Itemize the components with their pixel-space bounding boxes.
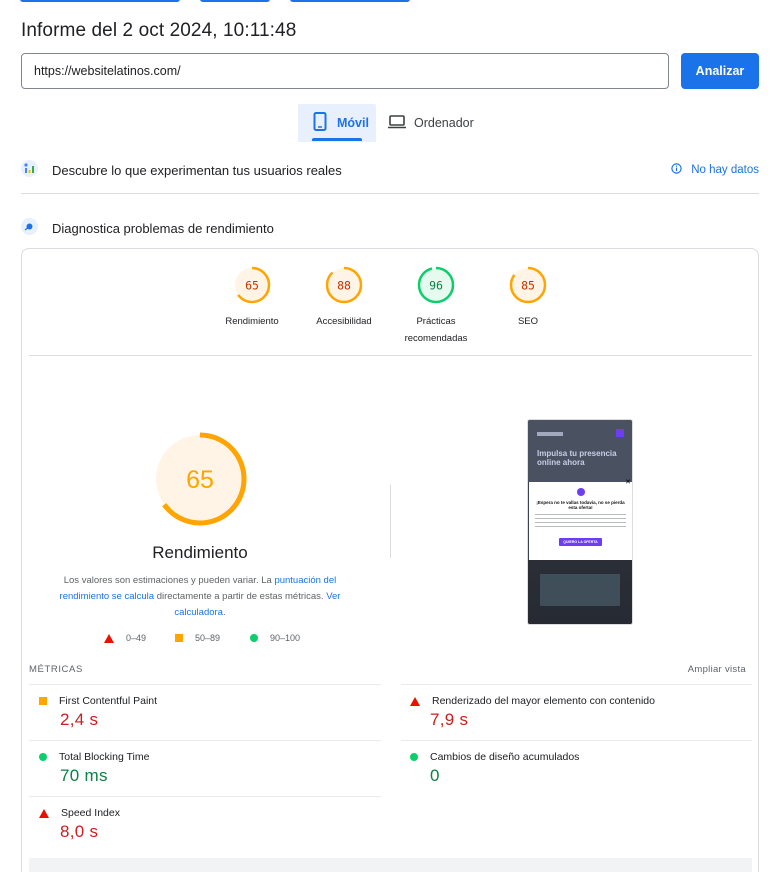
tab-desktop[interactable]: Ordenador <box>388 104 488 142</box>
note-text: directamente a partir de estas métricas. <box>154 591 327 602</box>
metric-name: Cambios de diseño acumulados <box>430 751 580 763</box>
metrics-heading: MÉTRICAS <box>29 664 83 675</box>
metric-lcp-value: 7,9 s <box>430 710 469 729</box>
performance-note: Los valores son estimaciones y pueden va… <box>52 573 348 621</box>
metric-name: First Contentful Paint <box>59 695 158 707</box>
page-screenshot[interactable]: Impulsa tu presencia online ahora ✕ ¡Esp… <box>527 419 633 625</box>
expand-view-button[interactable]: Ampliar vista <box>688 664 746 675</box>
metrics-footer-bar <box>29 858 752 872</box>
average-square-icon <box>39 697 47 705</box>
close-icon: ✕ <box>625 479 631 486</box>
score-value: 88 <box>337 279 351 293</box>
metric-divider <box>401 740 752 741</box>
diagnostics-section-header: Diagnostica problemas de rendimiento <box>21 218 274 238</box>
no-data-info[interactable]: No hay datos <box>671 163 759 177</box>
gauge-label: Prácticas recomendadas <box>404 316 468 344</box>
lighthouse-icon <box>21 218 38 238</box>
metric-si: Speed Index <box>39 807 120 819</box>
score-value: 65 <box>245 279 259 293</box>
score-ring: 96 <box>417 266 455 304</box>
modal-text <box>535 514 626 528</box>
legend-pass: 90–100 <box>250 633 300 643</box>
metric-cls-value: 0 <box>430 766 440 785</box>
tab-desktop-label: Ordenador <box>414 116 474 130</box>
check-icon <box>577 488 585 496</box>
legend-average: 50–89 <box>175 633 220 643</box>
metric-tbt-value: 70 ms <box>60 766 108 785</box>
metric-name: Total Blocking Time <box>59 751 150 763</box>
screenshot-headline: Impulsa tu presencia online ahora <box>537 449 617 467</box>
menu-icon <box>616 429 624 437</box>
pass-circle-icon <box>39 753 47 761</box>
gauge-performance[interactable]: 65 Rendimiento <box>218 266 286 330</box>
metric-divider <box>29 740 381 741</box>
modal-title: ¡Espera no te vallas todavía, no se pier… <box>536 500 625 510</box>
crux-section-header: Descubre lo que experimentan tus usuario… <box>21 160 342 180</box>
score-ring: 85 <box>509 266 547 304</box>
metric-lcp: Renderizado del mayor elemento con conte… <box>410 695 655 707</box>
pass-circle-icon <box>250 634 258 642</box>
diagnostics-title: Diagnostica problemas de rendimiento <box>52 220 274 236</box>
header-strip <box>0 0 782 6</box>
performance-gauge-large: 65 <box>153 432 247 526</box>
laptop-icon <box>388 114 406 132</box>
note-text: Los valores son estimaciones y pueden va… <box>63 575 275 586</box>
analyze-button[interactable]: Analizar <box>681 53 759 89</box>
legend-fail-label: 0–49 <box>126 633 147 643</box>
score-value: 85 <box>521 279 535 293</box>
report-title: Informe del 2 oct 2024, 10:11:48 <box>21 20 297 41</box>
metric-fcp-value: 2,4 s <box>60 710 99 729</box>
vertical-divider <box>390 485 391 558</box>
fail-triangle-icon <box>410 696 420 706</box>
tab-mobile[interactable]: Móvil <box>298 104 376 142</box>
no-data-label: No hay datos <box>691 164 759 176</box>
gauge-seo[interactable]: 85 SEO <box>490 266 566 330</box>
score-value: 96 <box>429 279 443 293</box>
screenshot-image <box>540 574 620 606</box>
legend-pass-label: 90–100 <box>270 633 301 643</box>
metric-name: Renderizado del mayor elemento con conte… <box>432 695 655 707</box>
gauge-label: Rendimiento <box>225 316 279 327</box>
metric-si-value: 8,0 s <box>60 822 99 841</box>
url-input[interactable] <box>21 53 669 89</box>
mobile-icon <box>313 112 327 134</box>
score-ring: 88 <box>325 266 363 304</box>
crux-title: Descubre lo que experimentan tus usuario… <box>52 162 342 178</box>
tab-mobile-label: Móvil <box>337 116 369 130</box>
pass-circle-icon <box>410 753 418 761</box>
metric-name: Speed Index <box>61 807 120 819</box>
screenshot-modal: ✕ ¡Espera no te vallas todavía, no se pi… <box>529 479 632 560</box>
note-text: . <box>222 607 226 618</box>
gauge-label: SEO <box>517 316 539 327</box>
screenshot-hero: Impulsa tu presencia online ahora <box>528 420 632 482</box>
metric-cls: Cambios de diseño acumulados <box>410 751 579 763</box>
fail-triangle-icon <box>39 808 49 818</box>
section-divider <box>21 193 759 194</box>
logo-placeholder <box>537 432 563 436</box>
metric-tbt: Total Blocking Time <box>39 751 149 763</box>
gauges-divider <box>29 355 752 356</box>
score-ring: 65 <box>233 266 271 304</box>
metric-divider <box>29 796 381 797</box>
fail-triangle-icon <box>104 633 114 643</box>
gauge-best-practices[interactable]: 96 Prácticas recomendadas <box>398 266 474 347</box>
average-square-icon <box>175 634 183 642</box>
metric-fcp: First Contentful Paint <box>39 695 157 707</box>
performance-label: Rendimiento <box>152 543 248 562</box>
info-icon <box>671 163 682 177</box>
metric-divider <box>401 684 752 685</box>
legend-fail: 0–49 <box>104 633 146 643</box>
performance-score: 65 <box>186 466 214 494</box>
active-tab-indicator <box>312 138 362 141</box>
metric-divider <box>29 684 381 685</box>
gauge-label: Accesibilidad <box>316 316 372 327</box>
modal-button: QUIERO LA OFERTA <box>559 538 602 546</box>
gauge-accessibility[interactable]: 88 Accesibilidad <box>302 266 386 330</box>
users-chart-icon <box>21 160 38 180</box>
screenshot-footer <box>528 560 632 624</box>
legend-average-label: 50–89 <box>195 633 221 643</box>
